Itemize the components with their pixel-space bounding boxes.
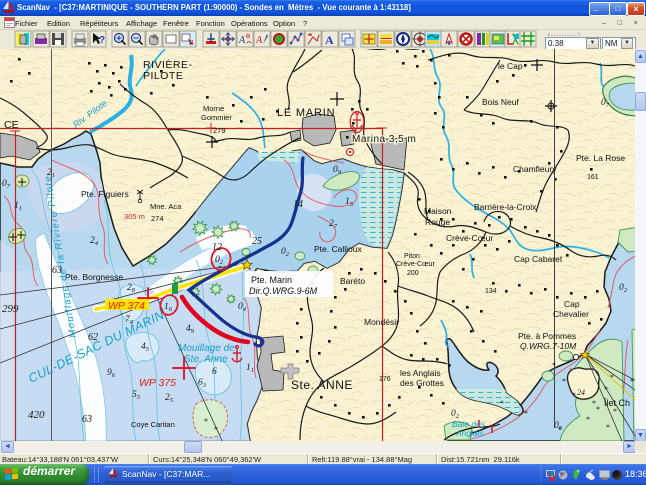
svg-text:Morne: Morne	[203, 104, 224, 113]
svg-text:134: 134	[485, 288, 497, 295]
svg-text:Marina 3,5 m: Marina 3,5 m	[352, 134, 416, 145]
svg-text:le Cap: le Cap	[498, 61, 523, 71]
svg-text:274: 274	[151, 214, 164, 223]
svg-text:Cap Cabaret: Cap Cabaret	[514, 254, 563, 264]
svg-text:Pte. Figuiers: Pte. Figuiers	[81, 189, 129, 199]
svg-text:305 m: 305 m	[124, 212, 145, 221]
svg-text:Chevalier: Chevalier	[553, 309, 589, 319]
svg-text:63: 63	[52, 265, 62, 276]
svg-text:PILOTE: PILOTE	[143, 70, 183, 82]
svg-text:?: ?	[99, 35, 105, 46]
svg-text:*: *	[610, 373, 614, 382]
svg-text:Cap: Cap	[564, 299, 580, 309]
svg-text:Gommier: Gommier	[201, 113, 232, 122]
svg-text:Q.WRG.7-10M: Q.WRG.7-10M	[520, 341, 577, 351]
svg-text:*: *	[524, 409, 528, 418]
svg-text:Pte. à Pommes: Pte. à Pommes	[518, 331, 576, 341]
svg-text:*: *	[552, 361, 556, 370]
svg-text:Crève-Cœur: Crève-Cœur	[396, 261, 436, 268]
svg-text:LE MARIN: LE MARIN	[277, 107, 335, 119]
svg-text:Baréto: Baréto	[340, 276, 365, 286]
svg-text:B: B	[189, 40, 194, 47]
svg-text:*: *	[500, 399, 504, 408]
svg-text:WP 375: WP 375	[139, 377, 176, 389]
svg-text:*: *	[214, 425, 218, 434]
svg-text:Mondésir: Mondésir	[364, 317, 399, 327]
svg-text:Anglais: Anglais	[455, 428, 485, 438]
svg-text:Crève-Cœur: Crève-Cœur	[446, 233, 493, 243]
svg-text:A: A	[325, 33, 334, 47]
svg-text:Îlet Ch: Îlet Ch	[603, 398, 630, 408]
svg-text:14: 14	[293, 199, 303, 210]
svg-text:les Anglais: les Anglais	[400, 368, 441, 378]
svg-text:62: 62	[88, 332, 98, 343]
svg-text:279: 279	[213, 126, 226, 135]
svg-text:Barrière-la-Croix: Barrière-la-Croix	[474, 202, 537, 212]
svg-text:Ste. Anne: Ste. Anne	[184, 354, 228, 365]
svg-text:6: 6	[212, 367, 217, 377]
svg-text:Pte. Callioux: Pte. Callioux	[314, 244, 362, 254]
svg-text:*: *	[606, 423, 610, 432]
svg-text:*: *	[613, 407, 617, 416]
svg-text:420: 420	[28, 409, 45, 421]
svg-text:Maison: Maison	[424, 206, 452, 216]
svg-text:Pte. Marin: Pte. Marin	[251, 275, 292, 285]
svg-text:des Grottes: des Grottes	[400, 378, 444, 388]
svg-text:Pte. La Rose: Pte. La Rose	[576, 153, 625, 163]
svg-text:*: *	[586, 415, 590, 424]
svg-text:*: *	[604, 385, 608, 394]
svg-text:Mne. Aca: Mne. Aca	[150, 202, 182, 211]
svg-text:Ste. ANNE: Ste. ANNE	[291, 378, 353, 392]
svg-text:25: 25	[252, 236, 262, 247]
svg-text:*: *	[596, 405, 600, 414]
svg-text:A: A	[255, 35, 263, 46]
svg-text:63: 63	[82, 414, 92, 425]
svg-text:161: 161	[587, 174, 599, 181]
svg-text:Piton: Piton	[404, 253, 420, 260]
svg-text:12: 12	[212, 242, 222, 253]
svg-text:Bois Neuf: Bois Neuf	[482, 97, 519, 107]
svg-text:Chamfleury: Chamfleury	[513, 164, 557, 174]
svg-text:WP 374: WP 374	[108, 300, 145, 312]
svg-text:Rouge: Rouge	[425, 217, 450, 227]
svg-text:299: 299	[2, 303, 19, 315]
svg-text:A: A	[238, 35, 246, 46]
svg-text:*: *	[630, 377, 634, 386]
svg-text:Mouillage de: Mouillage de	[178, 343, 235, 354]
svg-text:Pte. Borgnesse: Pte. Borgnesse	[65, 272, 123, 282]
svg-text:176: 176	[379, 376, 391, 383]
svg-text:*: *	[572, 391, 576, 400]
svg-text:24: 24	[577, 388, 585, 397]
svg-text:200: 200	[407, 270, 419, 277]
svg-text:Coye Caritan: Coye Caritan	[131, 420, 175, 429]
svg-text:*: *	[204, 417, 208, 426]
svg-text:*: *	[562, 377, 566, 386]
svg-text:Dir.Q.WRG.9-6M: Dir.Q.WRG.9-6M	[249, 286, 318, 296]
svg-text:CE: CE	[4, 119, 19, 131]
